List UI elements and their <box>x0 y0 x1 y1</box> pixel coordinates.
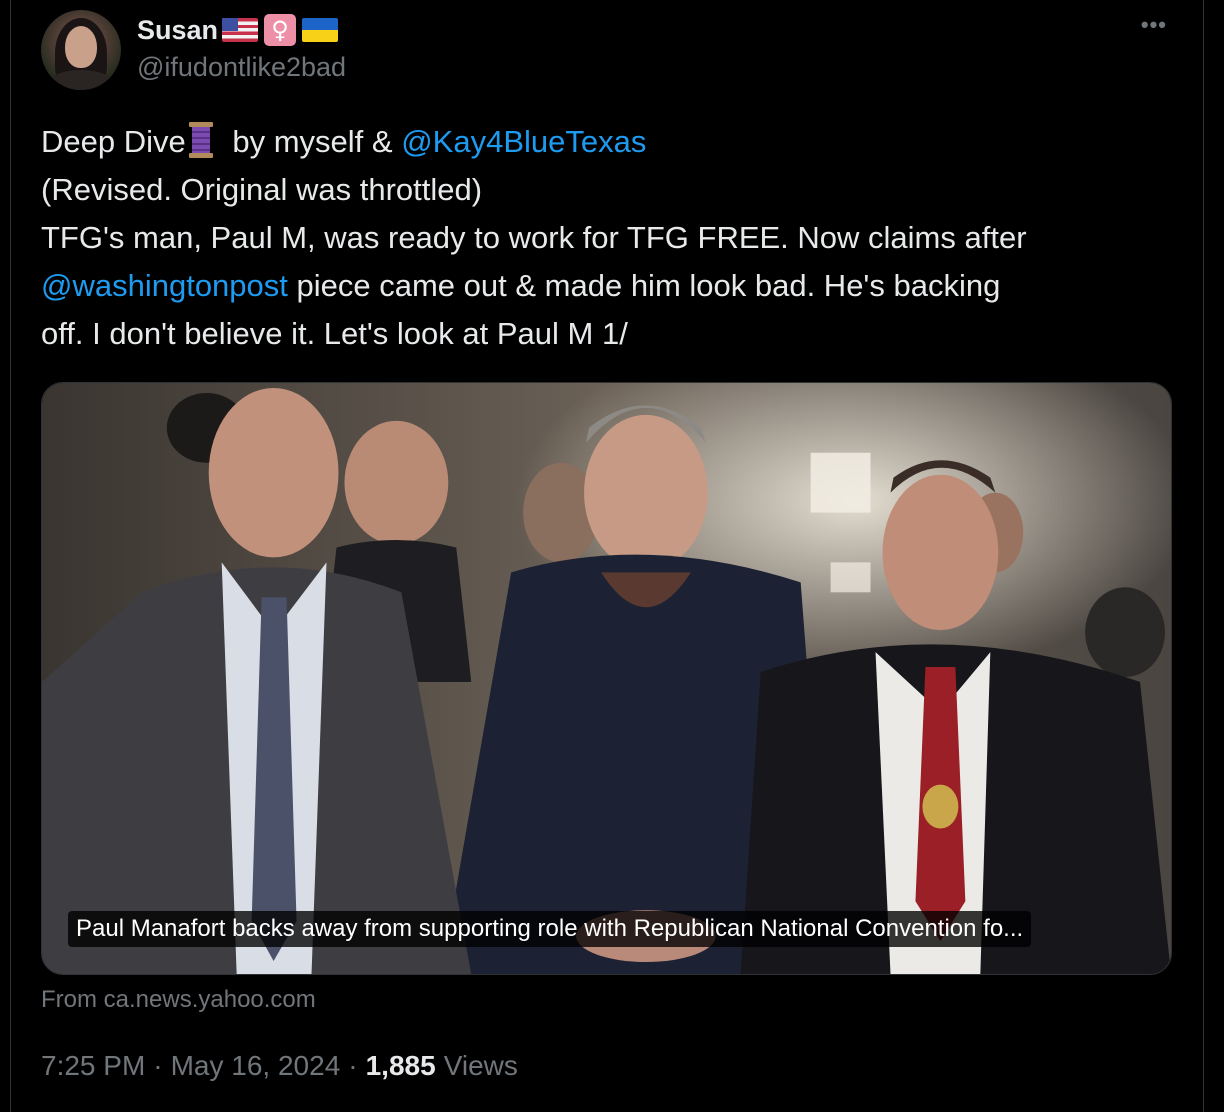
news-photo <box>42 383 1171 974</box>
mention-kay4bluetexas[interactable]: @Kay4BlueTexas <box>401 124 646 159</box>
tweet-line1-mid: by myself & <box>223 124 402 159</box>
tweet-line-4: @washingtonpost piece came out & made hi… <box>41 262 1161 310</box>
female-sign-icon: ♀ <box>264 14 297 46</box>
views-count: 1,885 <box>365 1050 436 1081</box>
tweet-line-1: Deep Dive by myself & @Kay4BlueTexas <box>41 118 1161 166</box>
flag-us-icon <box>222 18 259 42</box>
author-handle[interactable]: @ifudontlike2bad <box>137 52 346 83</box>
card-source[interactable]: From ca.news.yahoo.com <box>41 986 316 1014</box>
tweet-text: Deep Dive by myself & @Kay4BlueTexas (Re… <box>41 118 1161 358</box>
meta-separator: · <box>153 1050 163 1081</box>
card-caption: Paul Manafort backs away from supporting… <box>68 911 1032 947</box>
tweet-container: Susan ♀ @ifudontlike2bad ••• Deep Dive b… <box>10 0 1204 1112</box>
thread-spool-icon <box>188 122 213 158</box>
avatar[interactable] <box>41 10 121 90</box>
avatar-face <box>65 26 97 68</box>
link-card[interactable]: Paul Manafort backs away from supporting… <box>41 382 1172 975</box>
tweet-line1-prefix: Deep Dive <box>41 124 186 159</box>
author-name-row[interactable]: Susan ♀ <box>137 14 339 46</box>
tweet-line-5: off. I don't believe it. Let's look at P… <box>41 316 628 351</box>
tweet-line-3: TFG's man, Paul M, was ready to work for… <box>41 220 1027 255</box>
tweet-date[interactable]: May 16, 2024 <box>171 1050 341 1082</box>
tweet-meta: 7:25 PM · May 16, 2024 · 1,885 Views <box>41 1050 518 1082</box>
tweet-time[interactable]: 7:25 PM <box>41 1050 145 1082</box>
tweet-line-2: (Revised. Original was throttled) <box>41 172 483 207</box>
author-display-name[interactable]: Susan <box>137 15 218 46</box>
views-label: Views <box>443 1050 518 1081</box>
more-options-icon[interactable]: ••• <box>1141 12 1167 38</box>
flag-ua-icon <box>302 18 339 42</box>
tweet-line4-rest: piece came out & made him look bad. He's… <box>287 268 1001 303</box>
mention-washingtonpost[interactable]: @washingtonpost <box>41 268 288 303</box>
meta-separator: · <box>348 1050 358 1081</box>
